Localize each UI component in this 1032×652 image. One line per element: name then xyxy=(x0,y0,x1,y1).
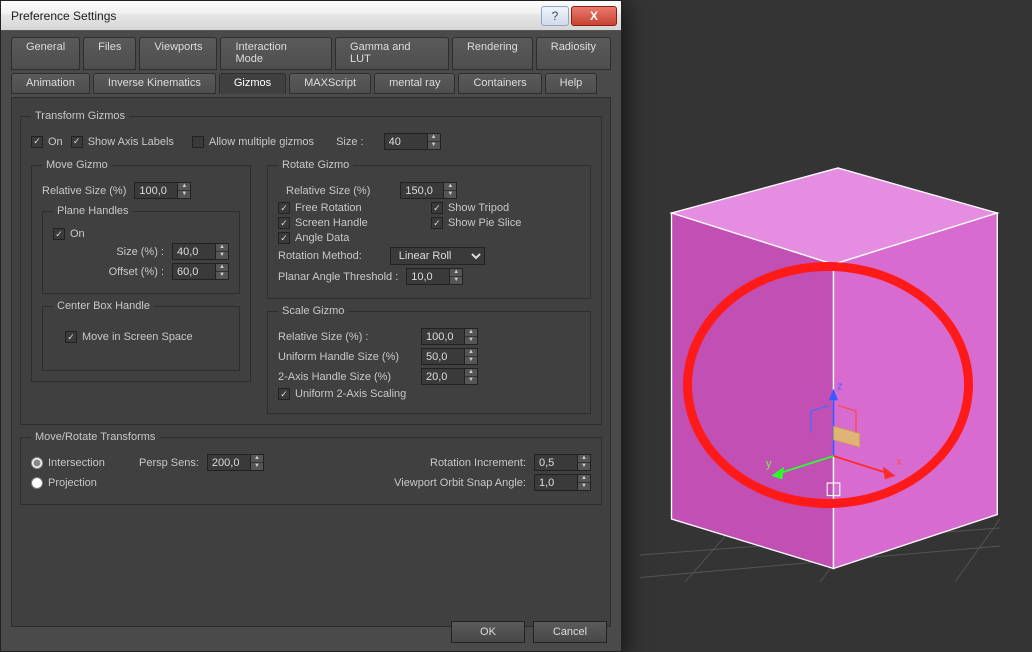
move-gizmo-group: Move Gizmo Relative Size (%) ▲▼ Plane Ha… xyxy=(31,159,251,382)
move-in-screen-space-checkbox[interactable]: ✓ Move in Screen Space xyxy=(65,331,193,343)
persp-sens-spinner[interactable]: ▲▼ xyxy=(207,454,264,471)
plane-offset-label: Offset (%) : xyxy=(84,266,164,278)
plane-handles-on-checkbox[interactable]: ✓ On xyxy=(53,228,85,240)
plane-size-spinner[interactable]: ▲▼ xyxy=(172,243,229,260)
two-axis-handle-size-spinner[interactable]: ▲▼ xyxy=(421,368,478,385)
checkbox-icon: ✓ xyxy=(65,331,77,343)
dialog-title: Preference Settings xyxy=(11,9,116,23)
move-gizmo-legend: Move Gizmo xyxy=(42,159,112,171)
rotate-gizmo-legend: Rotate Gizmo xyxy=(278,159,353,171)
move-rotate-legend: Move/Rotate Transforms xyxy=(31,431,159,443)
ok-button[interactable]: OK xyxy=(451,621,525,643)
allow-multiple-gizmos-checkbox[interactable]: Allow multiple gizmos xyxy=(192,136,314,148)
angle-data-checkbox[interactable]: ✓ Angle Data xyxy=(278,232,349,244)
tab-files[interactable]: Files xyxy=(83,37,136,70)
orbit-snap-spinner[interactable]: ▲▼ xyxy=(534,474,591,491)
tab-strip: GeneralFilesViewportsInteraction ModeGam… xyxy=(1,31,621,94)
tab-inverse-kinematics[interactable]: Inverse Kinematics xyxy=(93,73,216,94)
size-label: Size : xyxy=(336,136,364,148)
svg-text:y: y xyxy=(766,458,772,470)
cancel-button[interactable]: Cancel xyxy=(533,621,607,643)
tab-rendering[interactable]: Rendering xyxy=(452,37,533,70)
scale-gizmo-group: Scale Gizmo Relative Size (%) : ▲▼ Unifo… xyxy=(267,305,591,414)
checkbox-icon: ✓ xyxy=(31,136,43,148)
plane-handles-group: Plane Handles ✓ On Size (%) : xyxy=(42,205,240,294)
uniform-handle-size-spinner[interactable]: ▲▼ xyxy=(421,348,478,365)
checkbox-icon: ✓ xyxy=(71,136,83,148)
cube-object[interactable]: z x y xyxy=(640,75,1000,585)
scale-gizmo-legend: Scale Gizmo xyxy=(278,305,348,317)
dialog-titlebar[interactable]: Preference Settings ? X xyxy=(1,1,621,31)
checkbox-icon xyxy=(192,136,204,148)
move-relative-size-label: Relative Size (%) xyxy=(42,185,126,197)
tab-viewports[interactable]: Viewports xyxy=(139,37,217,70)
preference-settings-dialog: Preference Settings ? X GeneralFilesView… xyxy=(0,0,622,652)
rotation-increment-label: Rotation Increment: xyxy=(430,457,526,469)
checkbox-icon: ✓ xyxy=(431,202,443,214)
checkbox-icon: ✓ xyxy=(278,232,290,244)
plane-size-label: Size (%) : xyxy=(84,246,164,258)
tab-help[interactable]: Help xyxy=(545,73,598,94)
tab-maxscript[interactable]: MAXScript xyxy=(289,73,371,94)
transform-gizmos-legend: Transform Gizmos xyxy=(31,110,129,122)
scale-relative-size-spinner[interactable]: ▲▼ xyxy=(421,328,478,345)
persp-sens-label: Persp Sens: xyxy=(139,457,199,469)
two-axis-handle-size-label: 2-Axis Handle Size (%) xyxy=(278,371,413,383)
checkbox-icon: ✓ xyxy=(431,217,443,229)
close-button[interactable]: X xyxy=(571,6,617,26)
scale-relative-size-label: Relative Size (%) : xyxy=(278,331,413,343)
intersection-radio[interactable]: Intersection xyxy=(31,457,131,469)
show-tripod-checkbox[interactable]: ✓ Show Tripod xyxy=(431,202,509,214)
uniform-handle-size-label: Uniform Handle Size (%) xyxy=(278,351,413,363)
show-pie-slice-checkbox[interactable]: ✓ Show Pie Slice xyxy=(431,217,521,229)
help-button[interactable]: ? xyxy=(541,6,569,26)
transform-gizmos-group: Transform Gizmos ✓ On ✓ Show Axis Labels… xyxy=(20,110,602,425)
rotate-gizmo-group: Rotate Gizmo Relative Size (%) ▲▼ ✓ F xyxy=(267,159,591,299)
tab-containers[interactable]: Containers xyxy=(458,73,541,94)
rotate-relative-size-spinner[interactable]: ▲▼ xyxy=(400,182,457,199)
planar-angle-spinner[interactable]: ▲▼ xyxy=(406,268,463,285)
orbit-snap-label: Viewport Orbit Snap Angle: xyxy=(394,477,526,489)
on-checkbox[interactable]: ✓ On xyxy=(31,136,63,148)
plane-offset-spinner[interactable]: ▲▼ xyxy=(172,263,229,280)
center-box-legend: Center Box Handle xyxy=(53,300,154,312)
rotation-method-label: Rotation Method: xyxy=(278,250,362,262)
checkbox-icon: ✓ xyxy=(278,388,290,400)
size-spinner[interactable]: ▲▼ xyxy=(384,133,441,150)
plane-handles-legend: Plane Handles xyxy=(53,205,133,217)
tab-gizmos[interactable]: Gizmos xyxy=(219,73,286,94)
tab-gamma-and-lut[interactable]: Gamma and LUT xyxy=(335,37,449,70)
planar-angle-label: Planar Angle Threshold : xyxy=(278,271,398,283)
tab-general[interactable]: General xyxy=(11,37,80,70)
show-axis-labels-checkbox[interactable]: ✓ Show Axis Labels xyxy=(71,136,174,148)
checkbox-icon: ✓ xyxy=(278,217,290,229)
checkbox-icon: ✓ xyxy=(53,228,65,240)
move-relative-size-spinner[interactable]: ▲▼ xyxy=(134,182,191,199)
svg-text:z: z xyxy=(837,380,842,392)
tab-mental-ray[interactable]: mental ray xyxy=(374,73,455,94)
svg-text:x: x xyxy=(897,456,903,468)
center-box-handle-group: Center Box Handle ✓ Move in Screen Space xyxy=(42,300,240,371)
uniform-2axis-scaling-checkbox[interactable]: ✓ Uniform 2-Axis Scaling xyxy=(278,388,406,400)
tab-radiosity[interactable]: Radiosity xyxy=(536,37,611,70)
rotation-increment-spinner[interactable]: ▲▼ xyxy=(534,454,591,471)
projection-radio[interactable]: Projection xyxy=(31,477,131,489)
rotation-method-select[interactable]: Linear Roll xyxy=(390,247,485,265)
screen-handle-checkbox[interactable]: ✓ Screen Handle xyxy=(278,217,368,229)
tab-interaction-mode[interactable]: Interaction Mode xyxy=(220,37,332,70)
checkbox-icon: ✓ xyxy=(278,202,290,214)
free-rotation-checkbox[interactable]: ✓ Free Rotation xyxy=(278,202,362,214)
move-rotate-transforms-group: Move/Rotate Transforms Intersection Pers… xyxy=(20,431,602,505)
gizmos-panel: Transform Gizmos ✓ On ✓ Show Axis Labels… xyxy=(11,97,611,627)
tab-animation[interactable]: Animation xyxy=(11,73,90,94)
rotate-relative-size-label: Relative Size (%) xyxy=(286,185,370,197)
